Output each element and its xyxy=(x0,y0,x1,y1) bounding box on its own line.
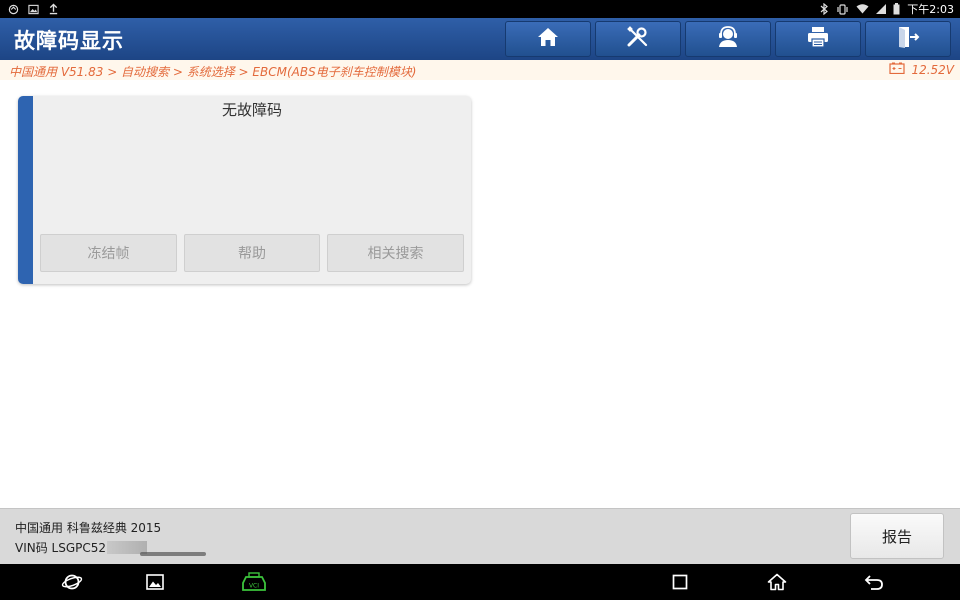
svg-text:VCI: VCI xyxy=(249,583,259,590)
status-bar: 下午2:03 xyxy=(0,0,960,18)
status-bar-right: 下午2:03 xyxy=(820,0,954,18)
home-button[interactable] xyxy=(505,21,591,57)
breadcrumb: 中国通用 V51.83 > 自动搜索 > 系统选择 > EBCM(ABS电子刹车… xyxy=(9,65,417,79)
vehicle-model: 中国通用 科鲁兹经典 2015 xyxy=(15,521,162,535)
breadcrumb-bar: 中国通用 V51.83 > 自动搜索 > 系统选择 > EBCM(ABS电子刹车… xyxy=(0,60,960,80)
sync-icon xyxy=(8,4,19,15)
browser-icon[interactable] xyxy=(61,572,83,592)
wifi-icon xyxy=(856,4,869,14)
support-agent-icon xyxy=(716,26,740,52)
battery-voltage: 12.52V xyxy=(889,62,954,77)
freeze-frame-button[interactable]: 冻结帧 xyxy=(40,234,177,272)
home-icon xyxy=(537,27,559,51)
image-icon xyxy=(28,4,39,15)
card-accent-bar xyxy=(18,96,33,284)
print-button[interactable] xyxy=(775,21,861,57)
gallery-icon[interactable] xyxy=(144,572,166,592)
exit-icon xyxy=(896,26,920,52)
back-icon[interactable] xyxy=(863,572,885,592)
car-battery-icon xyxy=(889,62,906,77)
support-agent-button[interactable] xyxy=(685,21,771,57)
recent-apps-icon[interactable] xyxy=(669,572,691,592)
vci-connection-icon[interactable]: VCI xyxy=(240,572,268,592)
vin-line: VIN码 LSGPC52 xyxy=(15,539,148,556)
vehicle-info-footer: 中国通用 科鲁兹经典 2015 VIN码 LSGPC52 报告 xyxy=(0,508,960,564)
navigation-bar: VCI xyxy=(0,564,960,600)
diagnostic-tools-icon xyxy=(626,26,650,52)
vin-redaction-smear xyxy=(140,552,206,556)
battery-icon xyxy=(893,3,900,15)
report-button[interactable]: 报告 xyxy=(850,513,944,559)
upload-icon xyxy=(48,3,59,15)
help-button[interactable]: 帮助 xyxy=(184,234,320,272)
status-bar-left xyxy=(8,0,59,18)
dtc-result-card: 无故障码 冻结帧 帮助 相关搜索 xyxy=(18,96,471,284)
home-nav-icon[interactable] xyxy=(766,572,788,592)
exit-button[interactable] xyxy=(865,21,951,57)
no-dtc-message: 无故障码 xyxy=(221,101,282,119)
page-title: 故障码显示 xyxy=(14,29,124,53)
vibrate-icon xyxy=(836,3,849,15)
vin-text: VIN码 LSGPC52 xyxy=(15,541,107,555)
status-time: 下午2:03 xyxy=(907,3,954,16)
voltage-value: 12.52V xyxy=(911,62,954,77)
related-search-button[interactable]: 相关搜索 xyxy=(327,234,464,272)
bluetooth-icon xyxy=(820,3,829,15)
diagnostic-tools-button[interactable] xyxy=(595,21,681,57)
app-header: 故障码显示 xyxy=(0,18,960,60)
print-icon xyxy=(806,26,830,52)
signal-icon xyxy=(876,4,887,14)
